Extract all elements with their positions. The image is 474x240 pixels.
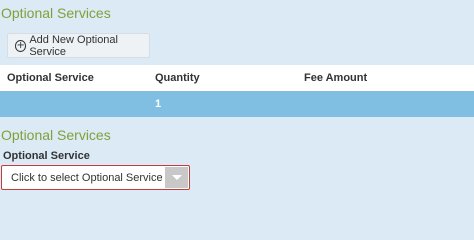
add-optional-service-label: Add New Optional Service xyxy=(29,33,118,58)
chevron-down-icon xyxy=(171,175,182,180)
add-optional-service-button[interactable]: + Add New Optional Service xyxy=(7,33,150,58)
services-table-header: Optional Service Quantity Fee Amount xyxy=(0,65,474,91)
plus-circle-icon: + xyxy=(15,39,27,52)
optional-service-select-placeholder: Click to select Optional Service xyxy=(11,172,163,184)
form-section-title: Optional Services xyxy=(1,127,111,143)
column-header-fee-amount: Fee Amount xyxy=(304,72,368,84)
column-header-optional-service: Optional Service xyxy=(7,72,94,84)
section-title: Optional Services xyxy=(1,5,111,21)
column-header-quantity: Quantity xyxy=(155,72,200,84)
cell-quantity: 1 xyxy=(155,98,162,110)
table-row[interactable]: 1 xyxy=(0,91,474,117)
dropdown-toggle[interactable] xyxy=(165,167,188,188)
optional-service-select[interactable]: Click to select Optional Service xyxy=(1,165,190,190)
optional-service-field-label: Optional Service xyxy=(3,150,90,162)
